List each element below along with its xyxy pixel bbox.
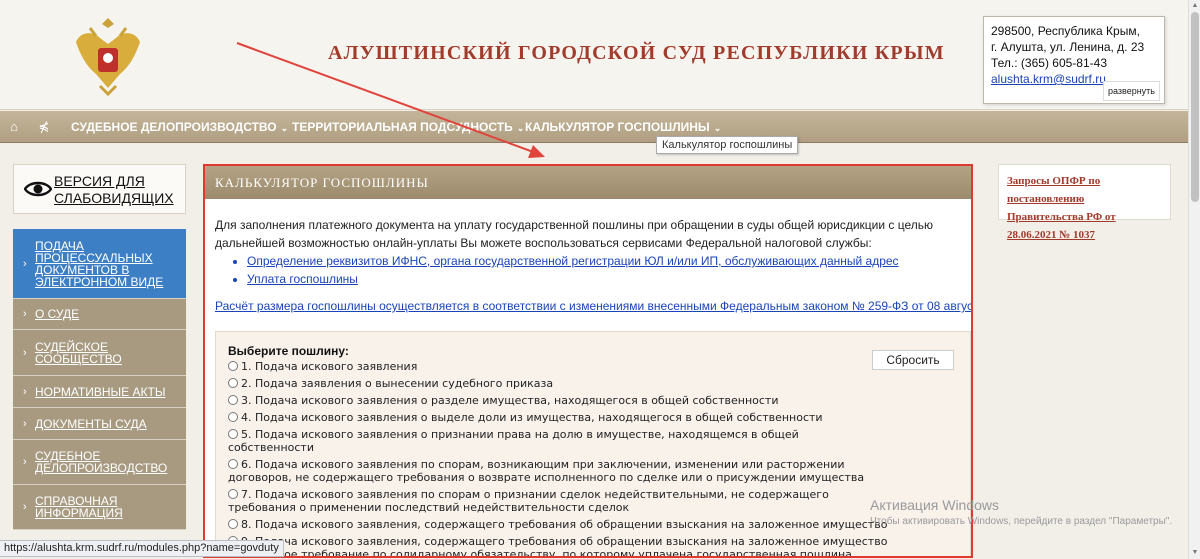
duty-selector: Выберите пошлину: Сбросить 1. Подача иск… <box>215 331 971 556</box>
radio-button[interactable] <box>228 429 238 439</box>
radio-button[interactable] <box>228 378 238 388</box>
duty-option[interactable]: 2. Подача заявления о вынесении судебног… <box>228 377 888 390</box>
scroll-up-icon[interactable]: ▲ <box>1189 0 1200 12</box>
fns-links: Определение реквизитов ИФНС, органа госу… <box>247 252 960 288</box>
duty-option[interactable]: 8. Подача искового заявления, содержащег… <box>228 518 888 531</box>
phone-text: Тел.: (365) 605-81-43 <box>991 56 1107 70</box>
sidebar-item-about-court[interactable]: › О СУДЕ <box>13 299 186 330</box>
chevron-down-icon: ⌄ <box>516 123 525 133</box>
sidebar-item-reference-info[interactable]: › СПРАВОЧНАЯ ИНФОРМАЦИЯ <box>13 485 186 530</box>
radio-button[interactable] <box>228 489 238 499</box>
sidebar-menu: › ПОДАЧА ПРОЦЕССУАЛЬНЫХ ДОКУМЕНТОВ В ЭЛЕК… <box>13 229 186 530</box>
panel-title: КАЛЬКУЛЯТОР ГОСПОШЛИНЫ <box>205 166 971 199</box>
expand-button[interactable]: развернуть <box>1102 81 1160 101</box>
radio-button[interactable] <box>228 459 238 469</box>
duty-option[interactable]: 7. Подача искового заявления по спорам о… <box>228 488 888 514</box>
duty-option[interactable]: 9. Подача искового заявления, содержащег… <box>228 535 888 556</box>
duty-select-title: Выберите пошлину: <box>228 344 349 358</box>
nav-tooltip: Калькулятор госпошлины <box>656 136 799 154</box>
chevron-down-icon: ⌄ <box>713 123 722 133</box>
windows-activation-watermark: Активация Windows Чтобы активировать Win… <box>870 497 1173 527</box>
sidebar-item-court-documents[interactable]: › ДОКУМЕНТЫ СУДА <box>13 408 186 440</box>
coat-of-arms-icon <box>76 18 140 96</box>
radio-button[interactable] <box>228 395 238 405</box>
law-link[interactable]: Расчёт размера госпошлины осуществляется… <box>215 299 971 313</box>
chevron-right-icon: › <box>23 456 27 468</box>
address-line: 298500, Республика Крым, <box>991 24 1140 38</box>
page-scrollbar[interactable]: ▲ ▼ <box>1188 0 1200 559</box>
list-item: Уплата госпошлины <box>247 270 960 288</box>
contact-box: 298500, Республика Крым, г. Алушта, ул. … <box>983 16 1165 104</box>
site-header: АЛУШТИНСКИЙ ГОРОДСКОЙ СУД РЕСПУБЛИКИ КРЫ… <box>0 0 1188 110</box>
intro-text: Для заполнения платежного документа на у… <box>215 218 934 250</box>
radio-button[interactable] <box>228 361 238 371</box>
chevron-right-icon: › <box>23 308 27 320</box>
sidebar-item-regulations[interactable]: › НОРМАТИВНЫЕ АКТЫ <box>13 376 186 408</box>
pfr-requests-link[interactable]: Запросы ОПФР по постановлению Правительс… <box>1007 175 1116 241</box>
chevron-right-icon: › <box>23 417 27 430</box>
duty-option[interactable]: 3. Подача искового заявления о разделе и… <box>228 394 888 407</box>
address-line: г. Алушта, ул. Ленина, д. 23 <box>991 40 1145 54</box>
list-item: Определение реквизитов ИФНС, органа госу… <box>247 252 960 270</box>
chevron-right-icon: › <box>23 385 27 398</box>
eye-icon <box>24 181 52 197</box>
sidebar-item-e-filing[interactable]: › ПОДАЧА ПРОЦЕССУАЛЬНЫХ ДОКУМЕНТОВ В ЭЛЕК… <box>13 229 186 299</box>
chevron-right-icon: › <box>23 346 27 359</box>
radio-button[interactable] <box>228 412 238 422</box>
duty-option[interactable]: 1. Подача искового заявления <box>228 360 888 373</box>
reset-button[interactable]: Сбросить <box>872 350 954 370</box>
home-icon[interactable]: ⌂ <box>0 111 28 143</box>
low-vision-label: ВЕРСИЯ ДЛЯ СЛАБОВИДЯЩИХ <box>54 173 174 206</box>
duty-option[interactable]: 6. Подача искового заявления по спорам, … <box>228 458 888 484</box>
scrollbar-thumb[interactable] <box>1191 12 1199 202</box>
main-nav: ⌂ ⋠ СУДЕБНОЕ ДЕЛОПРОИЗВОДСТВО ⌄ ТЕРРИТОРИ… <box>0 111 1188 143</box>
fns-requisites-link[interactable]: Определение реквизитов ИФНС, органа госу… <box>247 254 899 268</box>
sidebar-item-judicial-community[interactable]: › СУДЕЙСКОЕ СООБЩЕСТВО <box>13 330 186 376</box>
duty-option[interactable]: 5. Подача искового заявления о признании… <box>228 428 888 454</box>
chevron-down-icon: ⌄ <box>280 123 289 133</box>
duty-option[interactable]: 4. Подача искового заявления о выделе до… <box>228 411 888 424</box>
sidebar-item-judicial-proceedings[interactable]: › СУДЕБНОЕ ДЕЛОПРОИЗВОДСТВО <box>13 440 186 485</box>
pfr-notice-box: Запросы ОПФР по постановлению Правительс… <box>998 164 1171 241</box>
nav-item-territorial-jurisdiction[interactable]: ТЕРРИТОРИАЛЬНАЯ ПОДСУДНОСТЬ ⌄ <box>292 111 524 143</box>
low-vision-version-button[interactable]: ВЕРСИЯ ДЛЯ СЛАБОВИДЯЩИХ <box>13 164 186 214</box>
scroll-down-icon[interactable]: ▼ <box>1189 547 1200 559</box>
sitemap-icon[interactable]: ⋠ <box>30 111 58 143</box>
chevron-right-icon: › <box>23 501 27 513</box>
link-status-bar: https://alushta.krm.sudrf.ru/modules.php… <box>0 540 284 557</box>
nav-item-judicial-proceedings[interactable]: СУДЕБНОЕ ДЕЛОПРОИЗВОДСТВО ⌄ <box>71 111 288 143</box>
pay-duty-link[interactable]: Уплата госпошлины <box>247 272 358 286</box>
chevron-right-icon: › <box>23 257 27 270</box>
court-title: АЛУШТИНСКИЙ ГОРОДСКОЙ СУД РЕСПУБЛИКИ КРЫ… <box>328 42 945 64</box>
intro-block: Для заполнения платежного документа на у… <box>215 216 960 288</box>
fee-calculator-panel: КАЛЬКУЛЯТОР ГОСПОШЛИНЫ Для заполнения пл… <box>203 164 973 558</box>
radio-button[interactable] <box>228 519 238 529</box>
email-link[interactable]: alushta.krm@sudrf.ru <box>991 72 1106 86</box>
